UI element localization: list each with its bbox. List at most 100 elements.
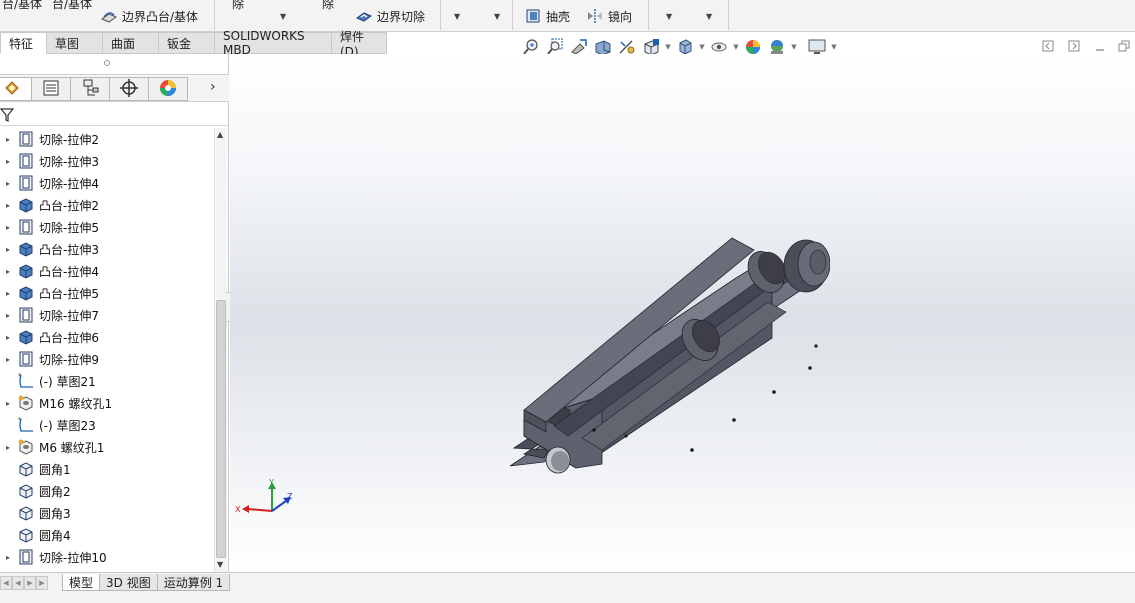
tree-item[interactable]: ▸ 凸台-拉伸5 bbox=[0, 282, 214, 304]
tab-surfaces[interactable]: 曲面 bbox=[103, 32, 159, 54]
tree-item[interactable]: 圆角4 bbox=[0, 524, 214, 546]
next-tab-icon[interactable]: ▶ bbox=[24, 576, 36, 590]
tree-item[interactable]: ▸ 凸台-拉伸3 bbox=[0, 238, 214, 260]
last-tab-icon[interactable]: ▶ bbox=[36, 576, 48, 590]
chevron-down-icon[interactable]: ▼ bbox=[830, 43, 838, 51]
tree-item[interactable]: * (-) 草图21 bbox=[0, 370, 214, 392]
tree-item[interactable]: ▸ 切除-拉伸5 bbox=[0, 216, 214, 238]
part-model-3d[interactable] bbox=[510, 174, 830, 474]
cut-extrude-icon bbox=[16, 152, 36, 170]
display-manager-tab[interactable] bbox=[148, 77, 188, 101]
expand-panel-icon[interactable] bbox=[1066, 38, 1082, 54]
boundary-boss-label: 边界凸台/基体 bbox=[122, 9, 199, 24]
ribbon-cut-label[interactable]: 除 bbox=[322, 0, 334, 12]
tree-item[interactable]: * (-) 草图23 bbox=[0, 414, 214, 436]
chevron-down-icon[interactable]: ▼ bbox=[706, 12, 712, 21]
tree-item-label: 切除-拉伸4 bbox=[39, 176, 99, 191]
boundary-boss-button[interactable]: 边界凸台/基体 bbox=[100, 6, 198, 26]
expand-arrow-icon[interactable]: ▸ bbox=[0, 553, 16, 562]
scrollbar-thumb[interactable] bbox=[216, 300, 226, 558]
ribbon-cut-label[interactable]: 台/基体 bbox=[52, 0, 92, 12]
mirror-button[interactable]: 镜向 bbox=[586, 6, 632, 26]
boundary-boss-icon bbox=[100, 8, 118, 24]
tree-item[interactable]: 圆角1 bbox=[0, 458, 214, 480]
tab-weldments[interactable]: 焊件(D) bbox=[332, 30, 387, 59]
cut-extrude-icon bbox=[16, 306, 36, 324]
expand-arrow-icon[interactable]: ▸ bbox=[0, 135, 16, 144]
expand-arrow-icon[interactable]: ▸ bbox=[0, 201, 16, 210]
tree-item[interactable]: ▸ 切除-拉伸2 bbox=[0, 128, 214, 150]
graphics-area[interactable]: Y X Z bbox=[230, 54, 1135, 572]
triad-x-label: X bbox=[235, 505, 241, 514]
chevron-down-icon[interactable]: ▼ bbox=[280, 12, 286, 21]
chevron-down-icon[interactable]: ▼ bbox=[666, 12, 672, 21]
tree-item[interactable]: ▸ 切除-拉伸4 bbox=[0, 172, 214, 194]
tree-item[interactable]: 圆角3 bbox=[0, 502, 214, 524]
restore-panel-icon[interactable] bbox=[1040, 38, 1056, 54]
tree-item-label: 切除-拉伸5 bbox=[39, 220, 99, 235]
chevron-down-icon[interactable]: ▼ bbox=[494, 12, 500, 21]
tree-item-label: (-) 草图21 bbox=[39, 374, 96, 389]
prev-tab-icon[interactable]: ◀ bbox=[12, 576, 24, 590]
tree-item[interactable]: ▸ 切除-拉伸10 bbox=[0, 546, 214, 568]
chevron-down-icon[interactable]: ▼ bbox=[454, 12, 460, 21]
tree-filter-row bbox=[0, 104, 229, 126]
tree-item[interactable]: ▸ 切除-拉伸3 bbox=[0, 150, 214, 172]
fillet-icon bbox=[16, 460, 36, 478]
expand-arrow-icon[interactable]: ▸ bbox=[0, 267, 16, 276]
expand-arrow-icon[interactable]: ▸ bbox=[0, 311, 16, 320]
tab-sketch[interactable]: 草图 bbox=[47, 32, 103, 54]
scroll-down-icon[interactable]: ▼ bbox=[217, 560, 223, 569]
cut-extrude-icon bbox=[16, 174, 36, 192]
expand-arrow-icon[interactable]: ▸ bbox=[0, 443, 16, 452]
panel-grip-icon[interactable] bbox=[104, 60, 110, 66]
tab-model[interactable]: 模型 bbox=[62, 574, 101, 591]
feature-manager-tab[interactable] bbox=[0, 77, 32, 101]
expand-arrow-icon[interactable]: ▸ bbox=[0, 245, 16, 254]
property-manager-tab[interactable] bbox=[31, 77, 71, 101]
shell-icon bbox=[524, 8, 542, 24]
boss-extrude-icon bbox=[16, 262, 36, 280]
tree-item[interactable]: ▸ 凸台-拉伸4 bbox=[0, 260, 214, 282]
expand-arrow-icon[interactable]: ▸ bbox=[0, 157, 16, 166]
tree-item[interactable]: ▸ M6 螺纹孔1 bbox=[0, 436, 214, 458]
tab-features[interactable]: 特征 bbox=[0, 32, 47, 54]
chevron-down-icon[interactable]: ▼ bbox=[698, 43, 706, 51]
ribbon-cut-label[interactable]: 台/基体 bbox=[2, 0, 42, 12]
tree-item[interactable]: ▸ 凸台-拉伸6 bbox=[0, 326, 214, 348]
ribbon-cut-label[interactable]: 除 bbox=[232, 0, 244, 12]
minimize-icon[interactable] bbox=[1092, 38, 1108, 54]
expand-arrow-icon[interactable]: ▸ bbox=[0, 179, 16, 188]
expand-arrow-icon[interactable]: ▸ bbox=[0, 355, 16, 364]
chevron-down-icon[interactable]: ▼ bbox=[664, 43, 672, 51]
tree-item-label: 切除-拉伸3 bbox=[39, 154, 99, 169]
restore-window-icon[interactable] bbox=[1116, 38, 1132, 54]
chevron-right-icon[interactable]: › bbox=[210, 79, 216, 95]
tab-motion-study[interactable]: 运动算例 1 bbox=[156, 574, 231, 591]
tree-item[interactable]: ▸ 切除-拉伸7 bbox=[0, 304, 214, 326]
scroll-up-icon[interactable]: ▲ bbox=[217, 130, 223, 139]
tree-item-label: 凸台-拉伸6 bbox=[39, 330, 99, 345]
tree-item[interactable]: ▸ 凸台-拉伸2 bbox=[0, 194, 214, 216]
chevron-down-icon[interactable]: ▼ bbox=[732, 43, 740, 51]
expand-arrow-icon[interactable]: ▸ bbox=[0, 333, 16, 342]
tree-item-label: 切除-拉伸2 bbox=[39, 132, 99, 147]
expand-arrow-icon[interactable]: ▸ bbox=[0, 399, 16, 408]
expand-arrow-icon[interactable]: ▸ bbox=[0, 289, 16, 298]
boundary-cut-button[interactable]: 边界切除 bbox=[355, 6, 425, 26]
dimxpert-manager-tab[interactable] bbox=[109, 77, 149, 101]
tab-sheet-metal[interactable]: 钣金 bbox=[159, 32, 215, 54]
first-tab-icon[interactable]: ◀ bbox=[0, 576, 12, 590]
configuration-manager-tab[interactable] bbox=[70, 77, 110, 101]
tree-scrollbar[interactable]: ▲ ▼ bbox=[214, 128, 227, 572]
tab-solidworks-mbd[interactable]: SOLIDWORKS MBD bbox=[215, 29, 332, 57]
tree-item[interactable]: ▸ M16 螺纹孔1 bbox=[0, 392, 214, 414]
tree-item[interactable]: 圆角2 bbox=[0, 480, 214, 502]
tree-item[interactable]: ▸ 切除-拉伸9 bbox=[0, 348, 214, 370]
filter-icon[interactable] bbox=[0, 107, 15, 126]
chevron-down-icon[interactable]: ▼ bbox=[790, 43, 798, 51]
tree-item-label: M6 螺纹孔1 bbox=[39, 440, 105, 455]
shell-button[interactable]: 抽壳 bbox=[524, 6, 570, 26]
tab-3d-view[interactable]: 3D 视图 bbox=[99, 574, 158, 591]
expand-arrow-icon[interactable]: ▸ bbox=[0, 223, 16, 232]
